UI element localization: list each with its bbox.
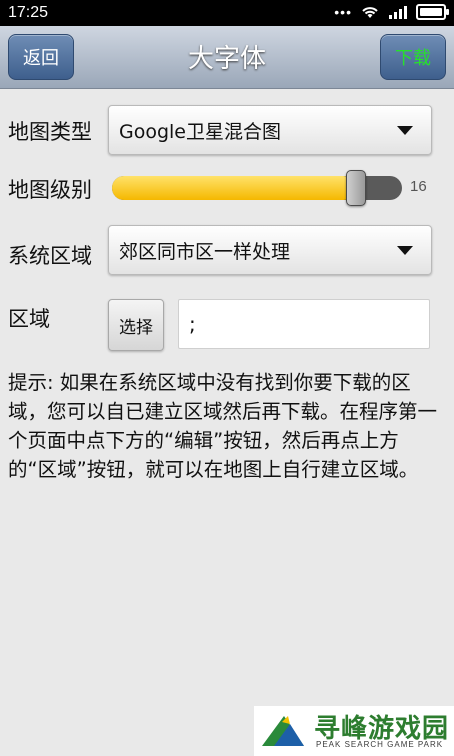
mountain-logo-icon xyxy=(262,716,304,746)
system-region-value: 郊区同市区一样处理 xyxy=(119,241,291,263)
signal-icon xyxy=(389,6,407,19)
map-level-value: 16 xyxy=(410,178,427,195)
watermark-subtitle: PEAK SEARCH GAME PARK xyxy=(316,740,444,749)
notification-dots-icon: ••• xyxy=(334,4,352,20)
region-input[interactable] xyxy=(178,299,430,349)
map-type-label: 地图类型 xyxy=(8,120,92,144)
slider-thumb[interactable] xyxy=(346,170,366,206)
map-type-value: Google卫星混合图 xyxy=(119,121,282,143)
watermark: 寻峰游戏园 PEAK SEARCH GAME PARK xyxy=(254,706,454,756)
map-type-select[interactable]: Google卫星混合图 xyxy=(108,105,432,155)
status-bar: 17:25 ••• xyxy=(0,0,454,26)
download-button[interactable]: 下载 xyxy=(380,34,446,80)
chevron-down-icon xyxy=(397,246,413,255)
system-region-select[interactable]: 郊区同市区一样处理 xyxy=(108,225,432,275)
hint-text: 提示: 如果在系统区域中没有找到你要下载的区域，您可以自已建立区域然后再下载。在… xyxy=(8,371,438,481)
wifi-icon xyxy=(362,7,378,18)
title-bar: 返回 大字体 下载 xyxy=(0,26,454,89)
region-label: 区域 xyxy=(8,307,50,331)
battery-icon xyxy=(416,4,449,20)
map-level-label: 地图级别 xyxy=(8,178,92,202)
map-level-slider[interactable] xyxy=(112,170,402,206)
status-icons: ••• xyxy=(334,4,449,20)
choose-region-button[interactable]: 选择 xyxy=(108,299,164,351)
chevron-down-icon xyxy=(397,126,413,135)
slider-fill xyxy=(112,176,355,200)
system-region-label: 系统区域 xyxy=(8,244,92,268)
status-time: 17:25 xyxy=(8,4,49,21)
